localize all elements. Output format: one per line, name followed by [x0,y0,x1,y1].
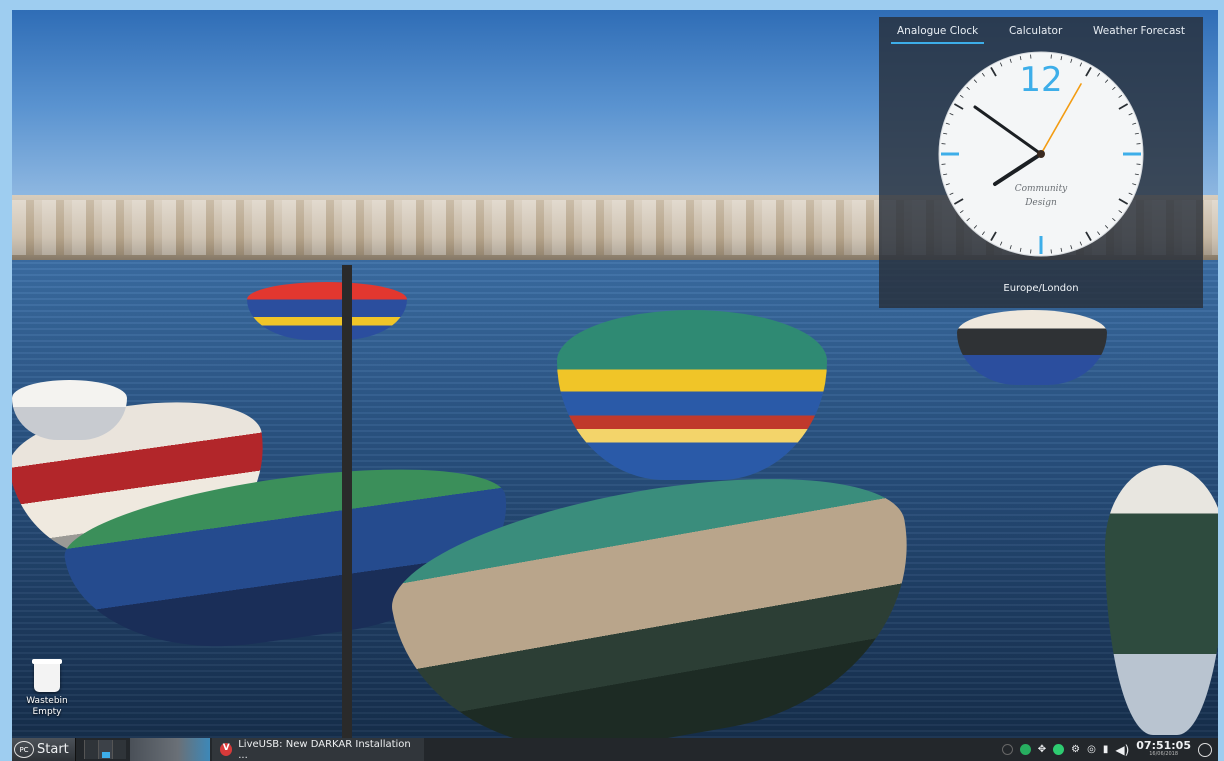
wastebin-status: Empty [32,707,62,717]
clock-time: 07:51:05 [1136,738,1191,752]
virtual-desktop-pager [83,740,126,759]
clock-brand-line1: Community [1015,184,1068,194]
task-label: LiveUSB: New DARKAR Installation ... [238,738,411,761]
taskbar: PC Start LiveUSB: New DARKAR Installatio… [12,738,1218,761]
tab-calculator[interactable]: Calculator [1003,25,1068,44]
widget-tabs: Analogue Clock Calculator Weather Foreca… [879,17,1203,44]
kdeconnect-icon[interactable]: ◎ [1087,744,1096,755]
wallpaper-pole [342,265,352,738]
trash-icon [32,659,62,692]
desktop-wallpaper: Analogue Clock Calculator Weather Foreca… [12,10,1218,738]
update-icon[interactable] [1053,744,1065,755]
start-button[interactable]: PC Start [12,738,76,761]
dropbox-icon[interactable]: ✥ [1038,744,1046,755]
wastebin-desktop-icon[interactable]: Wastebin Empty [22,659,72,718]
info-icon[interactable] [1001,744,1013,755]
pager-desktop-1[interactable] [83,740,98,759]
bluetooth-icon[interactable]: ⚙ [1071,744,1080,755]
clock-twelve-label: 12 [1019,60,1062,100]
network-icon[interactable] [1019,744,1031,755]
timezone-label: Europe/London [1003,283,1079,294]
tab-weather-forecast[interactable]: Weather Forecast [1087,25,1191,44]
start-label: Start [37,742,69,757]
clock-brand-line2: Design [1024,198,1057,208]
clock-center-pin [1037,150,1045,158]
system-tray: ✥ ⚙ ◎ ▮ ◀) 07:51:05 16/06/2018 [1001,738,1218,759]
task-liveusb[interactable]: LiveUSB: New DARKAR Installation ... [211,738,424,761]
power-icon[interactable] [1198,742,1212,757]
vivaldi-icon [219,743,233,756]
kde-start-icon: PC [14,741,34,758]
clock-widget: Analogue Clock Calculator Weather Foreca… [879,17,1203,308]
digital-clock[interactable]: 07:51:05 16/06/2018 [1136,738,1191,759]
usb-icon[interactable]: ▮ [1103,744,1109,755]
task-thumbnail[interactable] [129,738,210,761]
wastebin-label: Wastebin [26,696,68,706]
analogue-clock-face: 12 Community Design [938,51,1144,257]
volume-icon[interactable]: ◀) [1115,743,1129,757]
pager-desktop-3[interactable] [111,740,126,759]
pager-desktop-2[interactable] [97,740,112,759]
tab-analogue-clock[interactable]: Analogue Clock [891,25,985,44]
